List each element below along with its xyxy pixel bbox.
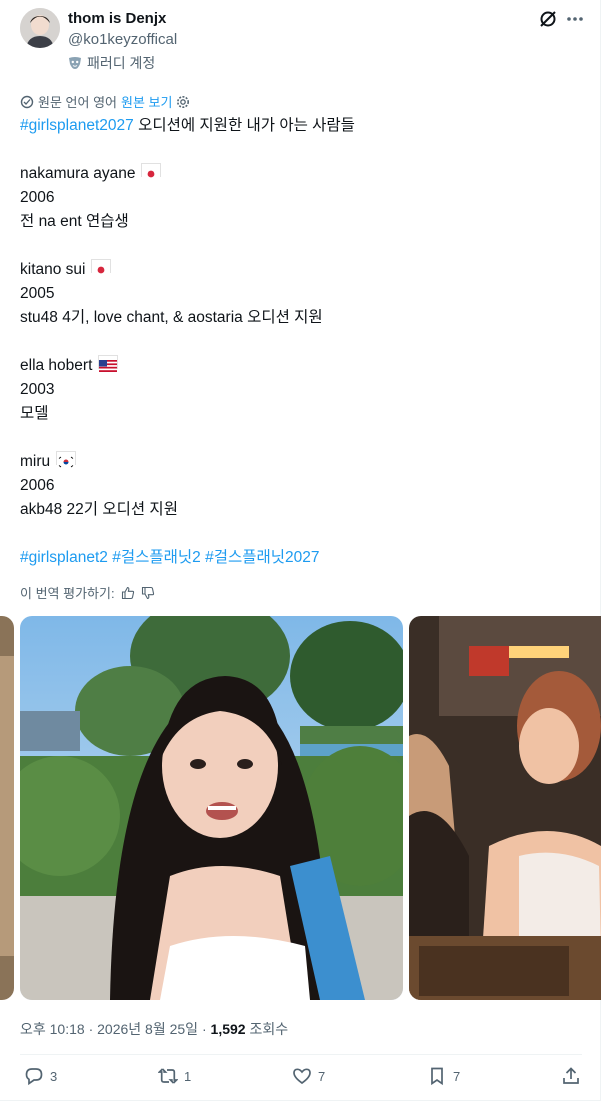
japan-flag-icon [91,259,112,276]
like-button[interactable]: 7 [292,1066,325,1086]
person-year: 2006 [20,189,55,206]
translate-icon [20,95,34,108]
hashtag-link[interactable]: #걸스플래닛2 [112,549,201,566]
reply-button[interactable]: 3 [24,1066,57,1086]
photo-image [409,616,601,1000]
share-icon [563,1067,579,1084]
post-time[interactable]: 오후 10:18 [20,1021,85,1037]
person-name-text: kitano sui [20,261,86,278]
person-note: 모델 [20,405,49,422]
person-year: 2003 [20,381,55,398]
like-count: 7 [318,1068,326,1084]
heart-icon [293,1068,311,1085]
person-name: kitano sui [20,258,580,282]
intro-text: 오디션에 지원한 내가 아는 사람들 [133,117,355,134]
show-original-link[interactable]: 원본 보기 [121,92,172,111]
translation-notice: 원문 언어 영어 원본 보기 [20,92,190,111]
author-handle[interactable]: @ko1keyzoffical [68,31,177,48]
bookmark-button[interactable]: 7 [427,1066,460,1086]
more-options-button[interactable] [564,8,586,30]
person-avatar-icon [20,8,60,48]
post-date[interactable]: 2026년 8월 25일 [97,1021,198,1037]
usa-flag-icon [98,355,119,372]
divider [20,1054,582,1055]
person-name-text: ella hobert [20,357,93,374]
person-note: 전 na ent 연습생 [20,213,129,230]
person-name: ella hobert [20,354,580,378]
parody-label: 패러디 계정 [87,55,156,71]
japan-flag-icon [141,163,162,180]
views-label: 조회수 [249,1021,289,1037]
person-name-text: miru [20,453,51,470]
bookmark-icon [431,1067,443,1086]
mask-icon [69,57,81,69]
rate-translation-label: 이 번역 평가하기: [20,586,115,601]
author-display-name[interactable]: thom is Denjx [68,10,166,27]
hashtag-line: #girlsplanet2 #걸스플래닛2 #걸스플래닛2027 [20,546,580,570]
person-note: stu48 4기, love chant, & aostaria 오디션 지원 [20,309,323,326]
repost-count: 1 [184,1068,192,1084]
hashtag-link[interactable]: #girlsplanet2 [20,549,108,566]
photo-image [20,616,403,1000]
post-intro-line: #girlsplanet2027 오디션에 지원한 내가 아는 사람들 [20,114,580,138]
hashtag-link[interactable]: #girlsplanet2027 [20,117,134,134]
grok-icon [540,11,556,27]
photo-image [0,616,14,1000]
person-note: akb48 22기 오디션 지원 [20,501,178,518]
thumbs-down-icon[interactable] [141,586,155,600]
media-photo-next[interactable] [409,616,601,1000]
hashtag-link[interactable]: #걸스플래닛2027 [205,549,319,566]
person-name: miru [20,450,580,474]
thumbs-up-icon[interactable] [121,586,135,600]
person-name: nakamura ayane [20,162,580,186]
translation-source-text: 원문 언어 영어 [38,95,117,110]
views-count: 1,592 [210,1021,246,1037]
parody-badge: 패러디 계정 [68,53,155,73]
reply-count: 3 [50,1068,58,1084]
media-photo-previous[interactable] [0,616,14,1000]
rate-translation: 이 번역 평가하기: [20,583,155,602]
share-button[interactable] [561,1066,581,1086]
korea-flag-icon [56,451,77,468]
avatar[interactable] [20,8,60,48]
person-year: 2005 [20,285,55,302]
person-year: 2006 [20,477,55,494]
grok-button[interactable] [537,8,559,30]
more-dots-icon [567,17,583,21]
repost-button[interactable]: 1 [158,1066,191,1086]
settings-gear-icon[interactable] [176,95,190,109]
post-text: #girlsplanet2027 오디션에 지원한 내가 아는 사람들 naka… [20,114,580,570]
media-photo-main[interactable] [20,616,403,1000]
post-meta: 오후 10:18 · 2026년 8월 25일 · 1,592 조회수 [20,1021,289,1037]
repost-icon [158,1068,178,1084]
reply-icon [25,1068,43,1086]
person-name-text: nakamura ayane [20,165,136,182]
bookmark-count: 7 [453,1068,461,1084]
